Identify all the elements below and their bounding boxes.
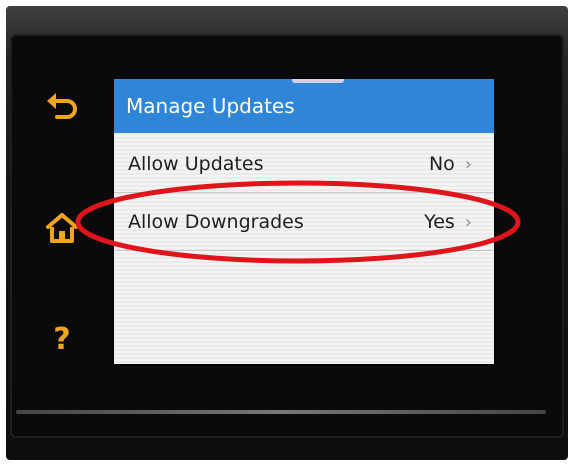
home-icon <box>46 213 78 243</box>
chevron-right-icon: › <box>464 153 472 175</box>
chevron-right-icon: › <box>464 211 472 233</box>
help-button[interactable]: ? <box>37 315 87 365</box>
touch-screen: Manage Updates Allow Updates No › Allow … <box>114 79 494 364</box>
allow-downgrades-row[interactable]: Allow Downgrades Yes › <box>114 194 494 251</box>
allow-updates-value: No <box>428 153 455 175</box>
home-button[interactable] <box>37 203 87 253</box>
help-icon: ? <box>53 322 71 357</box>
allow-updates-label: Allow Updates <box>128 153 264 175</box>
screen-header: Manage Updates <box>114 79 494 133</box>
back-button[interactable] <box>37 81 87 131</box>
panel-bottom-edge <box>16 410 546 414</box>
allow-downgrades-label: Allow Downgrades <box>128 211 304 233</box>
allow-updates-setting: No › <box>429 153 472 175</box>
allow-updates-row[interactable]: Allow Updates No › <box>114 136 494 193</box>
allow-downgrades-value: Yes <box>424 211 455 233</box>
pull-down-tab[interactable] <box>292 79 344 83</box>
page-title: Manage Updates <box>126 94 295 118</box>
back-arrow-icon <box>47 93 77 119</box>
allow-downgrades-setting: Yes › <box>424 211 472 233</box>
